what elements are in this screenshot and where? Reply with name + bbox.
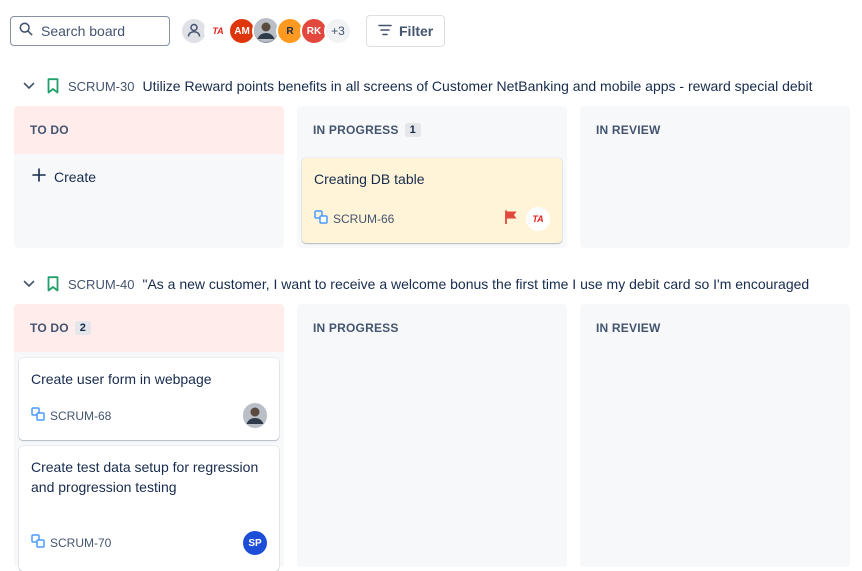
create-label: Create bbox=[54, 168, 97, 185]
search-box[interactable] bbox=[10, 16, 170, 46]
column-in-review: IN REVIEW bbox=[580, 106, 850, 248]
search-icon bbox=[19, 22, 33, 41]
filter-icon bbox=[378, 23, 392, 39]
card-title: Create test data setup for regression an… bbox=[31, 459, 259, 495]
person-icon bbox=[186, 22, 202, 41]
column-header: IN PROGRESS 1 bbox=[297, 106, 567, 154]
card-footer: SCRUM-68 bbox=[31, 402, 267, 430]
avatar-initials: TA bbox=[212, 26, 224, 36]
column-in-progress: IN PROGRESS 1 Creating DB table SCRUM-66… bbox=[297, 106, 567, 248]
column-header: TO DO bbox=[14, 106, 284, 154]
avatar-initials: RK bbox=[306, 25, 322, 37]
plus-icon bbox=[32, 168, 46, 185]
column-in-progress: IN PROGRESS bbox=[297, 304, 567, 567]
assignee-avatar[interactable]: TA bbox=[526, 207, 550, 231]
chevron-down-icon[interactable] bbox=[23, 82, 37, 90]
issue-key[interactable]: SCRUM-70 bbox=[50, 536, 235, 550]
column-name: TO DO bbox=[30, 123, 69, 137]
epic-bookmark-icon bbox=[47, 276, 59, 292]
subtask-icon bbox=[314, 209, 328, 229]
column-header: IN REVIEW bbox=[580, 304, 850, 352]
column-name: IN REVIEW bbox=[596, 321, 661, 335]
column-name: TO DO bbox=[30, 321, 69, 335]
column-header: TO DO 2 bbox=[14, 304, 284, 352]
card-footer: SCRUM-66 TA bbox=[314, 207, 550, 231]
column-in-review: IN REVIEW bbox=[580, 304, 850, 567]
issue-count-badge: 1 bbox=[404, 123, 421, 137]
assignee-avatar[interactable] bbox=[243, 402, 267, 430]
avatar-group: TA AM R RK +3 bbox=[180, 17, 352, 45]
create-issue-button[interactable]: Create bbox=[14, 154, 284, 185]
assignee-avatar[interactable]: SP bbox=[243, 531, 267, 555]
card-title: Creating DB table bbox=[314, 171, 425, 187]
epic-key[interactable]: SCRUM-30 bbox=[68, 79, 134, 94]
filter-label: Filter bbox=[399, 23, 434, 39]
epic-key[interactable]: SCRUM-40 bbox=[68, 277, 134, 292]
column-header: IN PROGRESS bbox=[297, 304, 567, 352]
issue-key[interactable]: SCRUM-68 bbox=[50, 409, 235, 423]
column-name: IN PROGRESS bbox=[313, 123, 399, 137]
avatar-initials: R bbox=[286, 25, 294, 37]
board-toolbar: TA AM R RK +3 Filter bbox=[10, 15, 446, 47]
column-header: IN REVIEW bbox=[580, 106, 850, 154]
issue-card[interactable]: Create test data setup for regression an… bbox=[19, 446, 279, 571]
card-title: Create user form in webpage bbox=[31, 371, 212, 387]
user-photo-icon bbox=[243, 402, 267, 430]
user-photo-icon bbox=[254, 17, 278, 45]
chevron-down-icon[interactable] bbox=[23, 280, 37, 288]
avatar-initials: AM bbox=[234, 25, 250, 37]
column-name: IN PROGRESS bbox=[313, 321, 399, 335]
issue-key[interactable]: SCRUM-66 bbox=[333, 212, 504, 226]
epic-title: Utilize Reward points benefits in all sc… bbox=[142, 78, 813, 94]
issue-card[interactable]: Create user form in webpage SCRUM-68 bbox=[19, 358, 279, 440]
column-todo: TO DO 2 Create user form in webpage SCRU… bbox=[14, 304, 284, 571]
epic-title: "As a new customer, I want to receive a … bbox=[142, 276, 810, 292]
swimlane-header[interactable]: SCRUM-30 Utilize Reward points benefits … bbox=[0, 74, 862, 98]
swimlane-scrum-30: SCRUM-30 Utilize Reward points benefits … bbox=[0, 74, 862, 98]
column-todo: TO DO Create bbox=[14, 106, 284, 248]
filter-button[interactable]: Filter bbox=[366, 15, 446, 47]
issue-count-badge: 2 bbox=[74, 321, 92, 335]
subtask-icon bbox=[31, 406, 45, 426]
swimlane-header[interactable]: SCRUM-40 "As a new customer, I want to r… bbox=[0, 272, 862, 296]
column-name: IN REVIEW bbox=[596, 123, 661, 137]
card-footer: SCRUM-70 SP bbox=[31, 531, 267, 555]
more-count: +3 bbox=[331, 24, 345, 38]
flag-icon bbox=[504, 209, 518, 229]
more-avatars-button[interactable]: +3 bbox=[324, 17, 352, 45]
avatar-initials: TA bbox=[532, 214, 544, 224]
epic-bookmark-icon bbox=[47, 78, 59, 94]
subtask-icon bbox=[31, 533, 45, 553]
swimlane-scrum-40: SCRUM-40 "As a new customer, I want to r… bbox=[0, 272, 862, 296]
avatar-initials: SP bbox=[248, 537, 262, 549]
search-input[interactable] bbox=[39, 22, 161, 40]
issue-card[interactable]: Creating DB table SCRUM-66 TA bbox=[302, 158, 562, 243]
